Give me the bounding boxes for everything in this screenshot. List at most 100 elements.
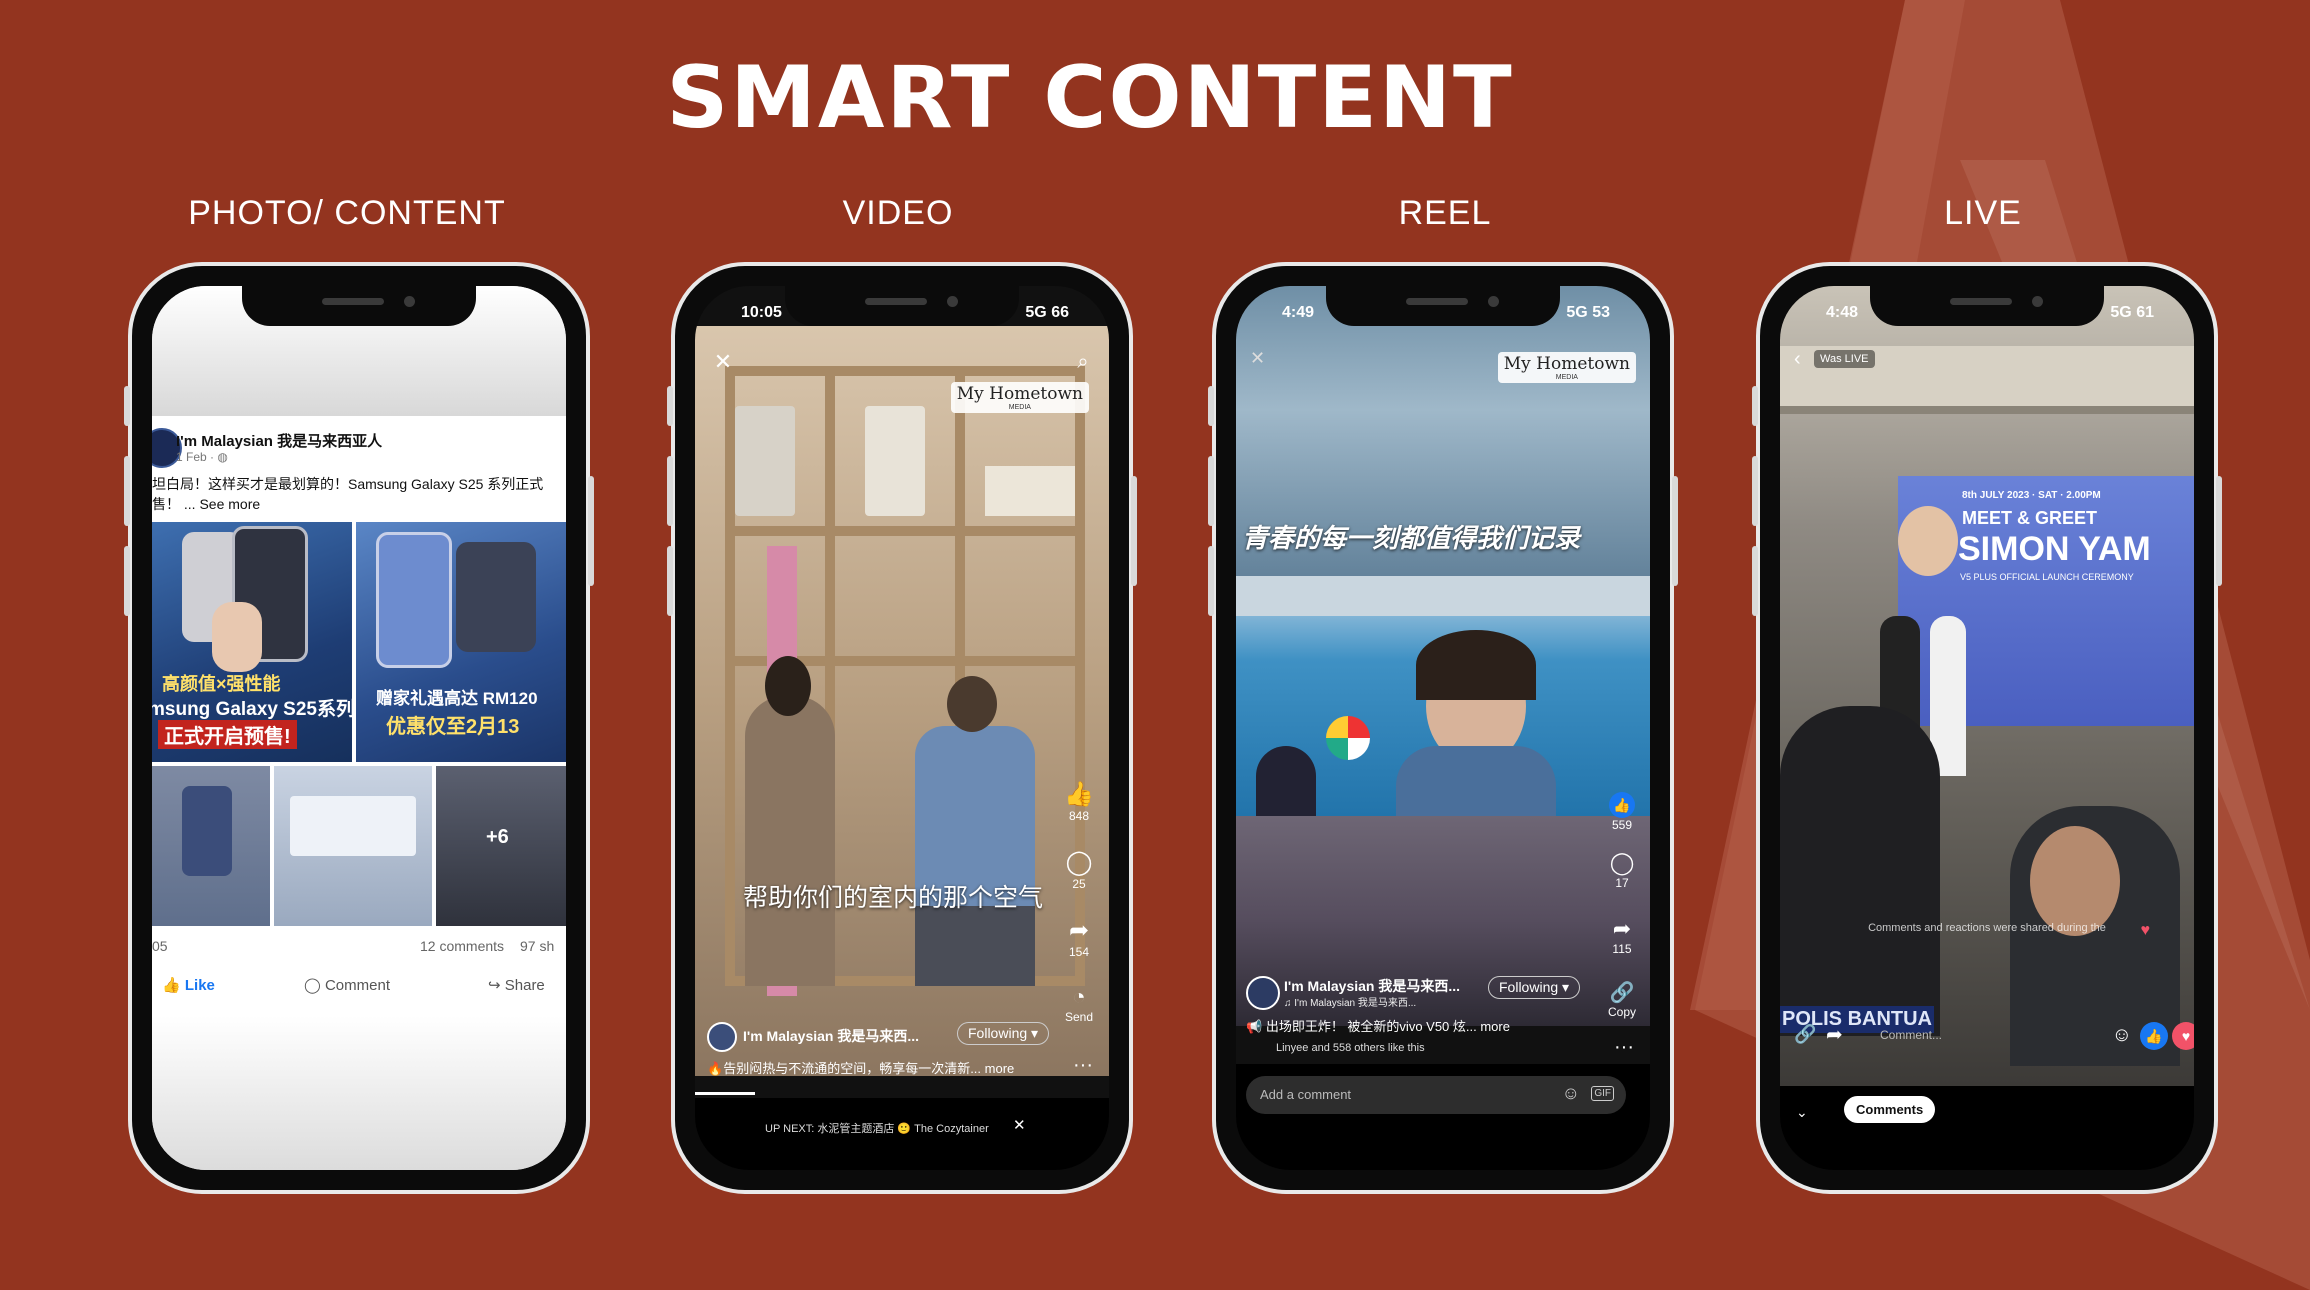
post-image-1[interactable]: 高颜值×强性能 msung Galaxy S25系列 正式开启预售! xyxy=(152,522,352,762)
phone-mockup-video: 10:05 5G 66 ✕ ⌕ My Hometown MEDIA 帮助你们的室内… xyxy=(667,262,1137,1194)
post-date: 1 Feb · ◍ xyxy=(176,450,228,464)
share-icon: ➦ xyxy=(1068,917,1090,944)
page-name[interactable]: I'm Malaysian 我是马来西... xyxy=(1284,976,1460,996)
close-icon[interactable]: ✕ xyxy=(1013,1116,1026,1134)
comment-action[interactable]: ◯ 25 xyxy=(1061,848,1097,891)
image-2-headline: 赠家礼遇高达 RM120 xyxy=(376,689,538,708)
link-icon[interactable]: 🔗 xyxy=(1794,1024,1816,1045)
close-icon[interactable]: ✕ xyxy=(1250,348,1265,369)
was-live-badge: Was LIVE xyxy=(1814,350,1875,368)
share-button[interactable]: ↪ Share xyxy=(488,976,545,994)
comment-input[interactable]: Comment... xyxy=(1880,1028,1942,1042)
page-avatar[interactable] xyxy=(707,1022,737,1052)
video-subtitle: 帮助你们的室内的那个空气 xyxy=(743,884,1044,912)
reaction-count: 05 xyxy=(152,938,168,954)
search-icon[interactable]: ⌕ xyxy=(1071,350,1095,374)
more-options-icon[interactable]: ··· xyxy=(1073,1054,1093,1077)
category-label-photo: PHOTO/ CONTENT xyxy=(188,194,506,232)
post-image-5[interactable]: +6 xyxy=(436,766,566,926)
status-time: 4:48 xyxy=(1826,304,1859,321)
post-image-3[interactable] xyxy=(152,766,270,926)
up-next-bar[interactable]: UP NEXT: 水泥管主题酒店 🙂 The Cozytainer ✕ xyxy=(695,1098,1109,1170)
page-name[interactable]: I'm Malaysian 我是马来西... xyxy=(743,1026,919,1046)
close-icon[interactable]: ✕ xyxy=(711,349,735,374)
chevron-down-icon[interactable]: ⌄ xyxy=(1796,1104,1808,1121)
phone-mockup-photo: I'm Malaysian 我是马来西亚人 1 Feb · ◍ 坦白局！这样买才… xyxy=(124,262,594,1194)
comment-button[interactable]: ◯ Comment xyxy=(304,976,390,994)
following-button[interactable]: Following ▾ xyxy=(1488,976,1581,999)
status-time: 10:05 xyxy=(741,304,782,321)
reel-screen: 4:49 5G 53 ✕ My Hometown MEDIA 青春的每一刻都值得我… xyxy=(1236,286,1650,1170)
back-icon[interactable]: ‹ xyxy=(1794,348,1801,371)
send-icon: ◔ xyxy=(1072,984,1086,1009)
following-button[interactable]: Following ▾ xyxy=(957,1022,1050,1045)
video-caption: 🔥告别闷热与不流通的空间，畅享每一次清新... more xyxy=(707,1061,1015,1076)
category-label-video: VIDEO xyxy=(842,194,954,232)
brand-watermark: My Hometown MEDIA xyxy=(950,382,1089,413)
image-1-model: msung Galaxy S25系列 xyxy=(152,699,352,720)
image-1-cta: 正式开启预售! xyxy=(158,720,297,749)
share-icon[interactable]: ➦ xyxy=(1826,1022,1843,1047)
shares-count[interactable]: 97 sh xyxy=(520,938,554,954)
facebook-post: I'm Malaysian 我是马来西亚人 1 Feb · ◍ 坦白局！这样买才… xyxy=(152,416,566,1016)
like-action[interactable]: 👍 848 xyxy=(1061,780,1097,823)
love-reaction-icon[interactable]: ♥ xyxy=(2172,1022,2194,1050)
post-caption-more[interactable]: 售！ ... See more xyxy=(152,494,260,514)
share-action[interactable]: ➦ 154 xyxy=(1061,916,1097,959)
more-options-icon[interactable]: ··· xyxy=(1614,1036,1634,1059)
status-network: 5G 66 xyxy=(1025,304,1069,321)
thumbs-up-icon: 👍 xyxy=(1064,781,1094,808)
photo-screen: I'm Malaysian 我是马来西亚人 1 Feb · ◍ 坦白局！这样买才… xyxy=(152,286,566,1170)
banner-line-2: SIMON YAM xyxy=(1958,530,2151,568)
category-label-live: LIVE xyxy=(1944,194,2022,232)
like-button[interactable]: 👍 Like xyxy=(162,976,215,994)
comment-icon: ◯ xyxy=(1065,849,1093,876)
banner-date: 8th JULY 2023 · SAT · 2.00PM xyxy=(1962,490,2101,501)
video-screen: 10:05 5G 66 ✕ ⌕ My Hometown MEDIA 帮助你们的室内… xyxy=(695,286,1109,1170)
phone-mockup-live: 4:48 5G 61 8th JULY 2023 · SAT · 2.00PM M… xyxy=(1752,262,2222,1194)
status-time: 4:49 xyxy=(1282,304,1315,321)
send-action[interactable]: ◔ Send xyxy=(1059,984,1099,1024)
status-network: 5G 61 xyxy=(2110,304,2154,321)
share-icon: ↪ xyxy=(488,977,501,994)
image-2-offer: 优惠仅至2月13 xyxy=(386,716,520,738)
emoji-icon[interactable]: ☺ xyxy=(1562,1083,1580,1104)
music-note-icon: ♫ xyxy=(1284,998,1295,1009)
reel-video-frame[interactable] xyxy=(1236,576,1650,816)
reel-overlay-text: 青春的每一刻都值得我们记录 xyxy=(1242,523,1581,553)
emoji-icon[interactable]: ☺ xyxy=(2112,1024,2132,1047)
link-icon: 🔗 xyxy=(1609,982,1635,1004)
comment-icon: ◯ xyxy=(304,977,321,994)
up-next-text: UP NEXT: 水泥管主题酒店 🙂 The Cozytainer xyxy=(765,1123,989,1135)
live-video-frame[interactable]: 8th JULY 2023 · SAT · 2.00PM MEET & GREE… xyxy=(1780,286,2194,1086)
share-icon: ➦ xyxy=(1612,916,1632,941)
video-frame[interactable] xyxy=(695,326,1109,1076)
live-screen: 4:48 5G 61 8th JULY 2023 · SAT · 2.00PM M… xyxy=(1780,286,2194,1170)
comment-action[interactable]: ◯ 17 xyxy=(1604,850,1640,890)
add-comment-field[interactable]: Add a comment ☺ GIF xyxy=(1246,1076,1626,1114)
heart-icon[interactable]: ♥ xyxy=(2141,922,2151,940)
globe-icon: ◍ xyxy=(217,450,228,464)
copy-link-action[interactable]: 🔗 Copy xyxy=(1602,980,1642,1019)
gif-button[interactable]: GIF xyxy=(1591,1086,1614,1101)
page-avatar[interactable] xyxy=(1246,976,1280,1010)
brand-watermark: My Hometown MEDIA xyxy=(1497,352,1636,383)
like-action[interactable]: 👍 559 xyxy=(1604,792,1640,832)
thumbs-up-icon: 👍 xyxy=(162,977,181,994)
slide-title: SMART CONTENT xyxy=(666,48,1514,148)
share-action[interactable]: ➦ 115 xyxy=(1604,916,1640,956)
comments-button[interactable]: Comments xyxy=(1844,1096,1936,1123)
status-network: 5G 53 xyxy=(1566,304,1610,321)
liked-by[interactable]: Linyee and 558 others like this xyxy=(1276,1042,1425,1054)
comments-count[interactable]: 12 comments xyxy=(420,938,504,954)
thumbs-up-icon: 👍 xyxy=(1609,792,1635,818)
comment-icon: ◯ xyxy=(1609,850,1635,875)
phone-mockup-reel: 4:49 5G 53 ✕ My Hometown MEDIA 青春的每一刻都值得我… xyxy=(1208,262,1678,1194)
like-reaction-icon[interactable]: 👍 xyxy=(2140,1022,2168,1050)
megaphone-icon: 📢 xyxy=(1246,1019,1266,1034)
audio-name: ♫ I'm Malaysian 我是马来西... xyxy=(1284,998,1417,1009)
post-caption: 坦白局！这样买才是最划算的！Samsung Galaxy S25 系列正式 xyxy=(152,476,544,492)
post-image-4[interactable] xyxy=(274,766,432,926)
post-image-2[interactable]: 赠家礼遇高达 RM120 优惠仅至2月13 xyxy=(356,522,566,762)
page-name[interactable]: I'm Malaysian 我是马来西亚人 xyxy=(176,430,382,451)
